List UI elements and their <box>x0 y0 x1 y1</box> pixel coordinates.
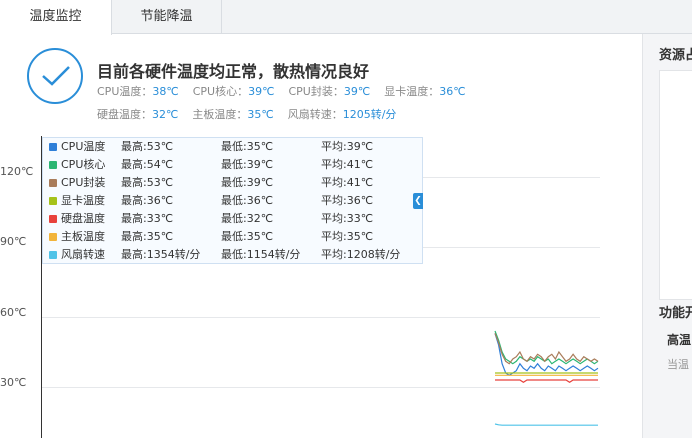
legend-name: 主板温度 <box>61 230 105 243</box>
legend-min: 最低:1154转/分 <box>221 248 301 261</box>
legend-swatch <box>49 197 57 205</box>
legend-avg: 平均:39℃ <box>321 140 374 153</box>
legend-swatch <box>49 161 57 169</box>
series-line-3 <box>494 333 599 365</box>
legend-name: 显卡温度 <box>61 194 105 207</box>
legend-min: 最低:36℃ <box>221 194 274 207</box>
legend-avg: 平均:1208转/分 <box>321 248 401 261</box>
legend-avg: 平均:36℃ <box>321 194 374 207</box>
legend-avg: 平均:41℃ <box>321 158 374 171</box>
legend-min: 最低:39℃ <box>221 158 274 171</box>
legend-min: 最低:35℃ <box>221 230 274 243</box>
legend-max: 最高:36℃ <box>121 194 174 207</box>
legend-avg: 平均:41℃ <box>321 176 374 189</box>
series-line-1 <box>494 333 599 377</box>
series-line-5 <box>495 379 598 384</box>
legend-swatch <box>49 233 57 241</box>
legend-max: 最高:35℃ <box>121 230 174 243</box>
legend-max: 最高:1354转/分 <box>121 248 201 261</box>
legend-name: CPU核心 <box>61 158 106 171</box>
legend-name: 风扇转速 <box>61 248 105 261</box>
legend-min: 最低:35℃ <box>221 140 274 153</box>
legend-min: 最低:39℃ <box>221 176 274 189</box>
feature-switch-title: 功能开 <box>659 306 692 321</box>
legend-avg: 平均:35℃ <box>321 230 374 243</box>
legend-name: CPU温度 <box>61 140 106 153</box>
legend-swatch <box>49 179 57 187</box>
legend-swatch <box>49 251 57 259</box>
legend-swatch <box>49 215 57 223</box>
resource-usage-title: 资源占 <box>659 48 692 63</box>
legend-max: 最高:33℃ <box>121 212 174 225</box>
legend-swatch <box>49 143 57 151</box>
legend-avg: 平均:33℃ <box>321 212 374 225</box>
high-temp-alert-label: 高温 <box>667 333 692 347</box>
legend-min: 最低:32℃ <box>221 212 274 225</box>
series-line-7 <box>494 423 598 426</box>
legend-name: 硬盘温度 <box>61 212 105 225</box>
high-temp-alert-desc: 当温 <box>667 358 689 371</box>
legend-max: 最高:54℃ <box>121 158 174 171</box>
chevron-left-icon[interactable]: ❮ <box>413 193 423 209</box>
legend-name: CPU封装 <box>61 176 106 189</box>
right-panel: 资源占 功能开 高温 当温 <box>642 34 692 438</box>
chart-legend: CPU温度 最高:53℃ 最低:35℃ 平均:39℃ CPU核心 最高:54℃ … <box>42 137 423 264</box>
resource-usage-box <box>659 70 692 300</box>
legend-max: 最高:53℃ <box>121 140 174 153</box>
legend-max: 最高:53℃ <box>121 176 174 189</box>
